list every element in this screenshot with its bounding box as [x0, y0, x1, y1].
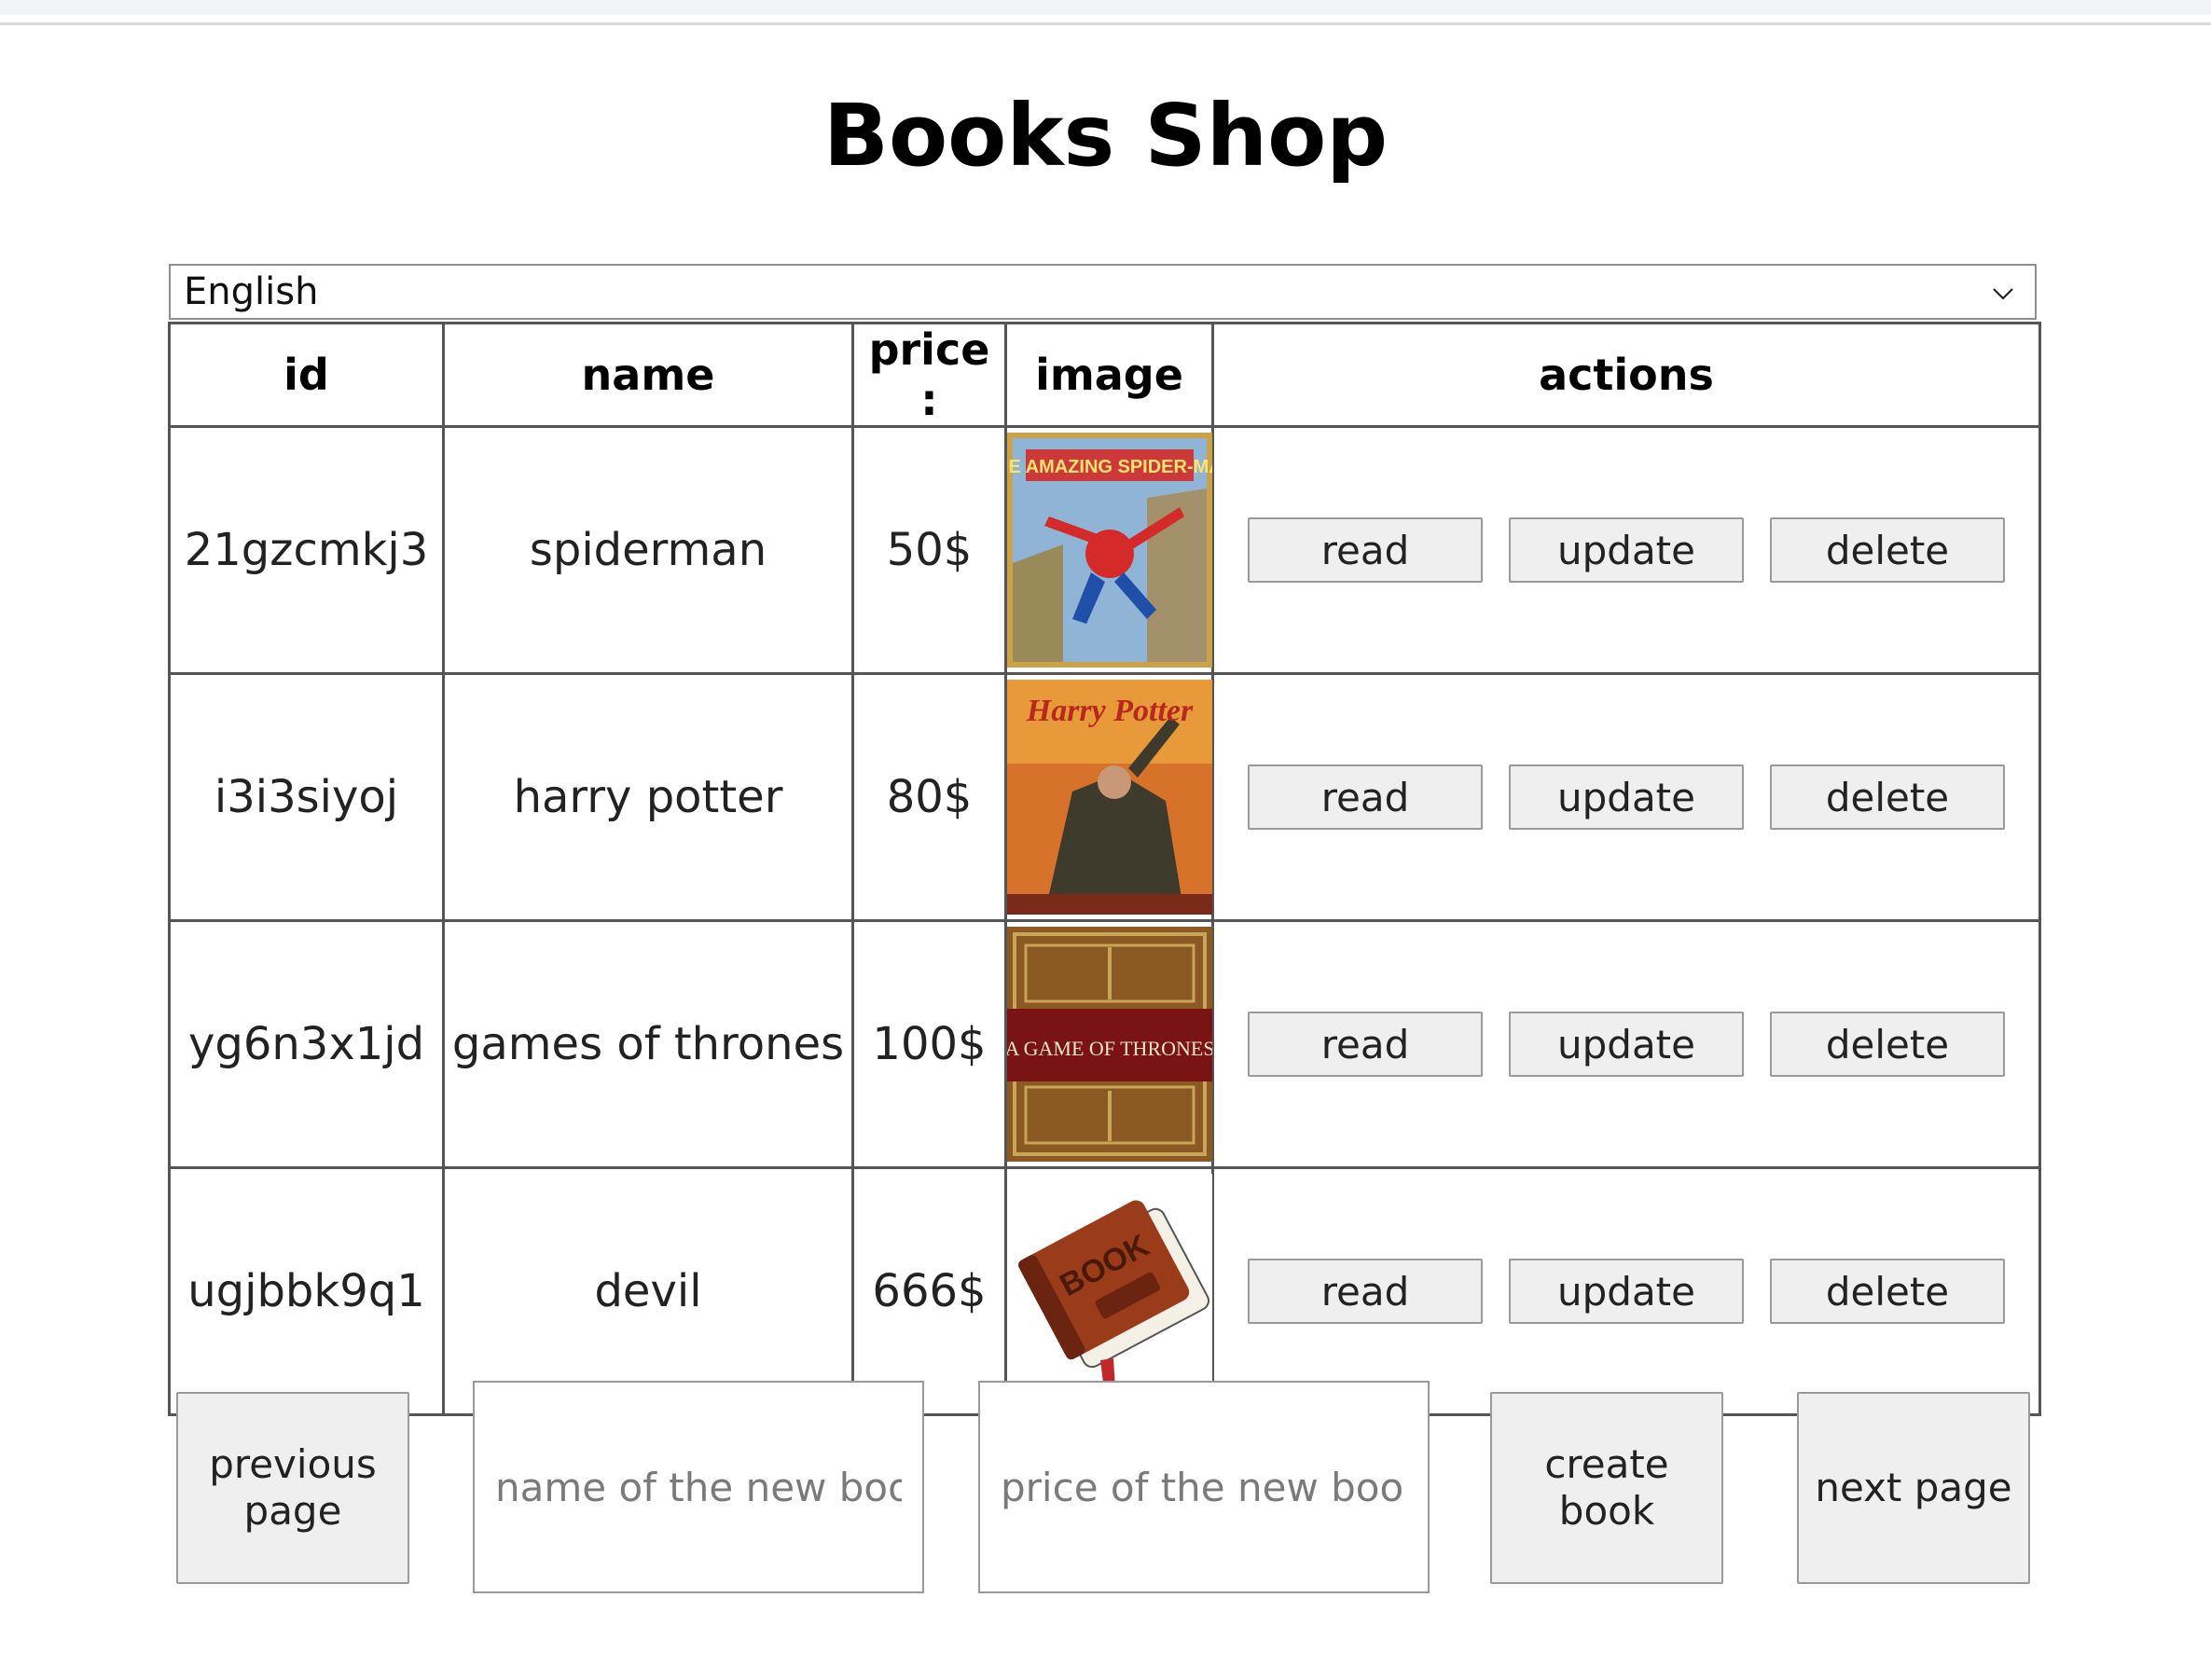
books-table: id name price : image actions 21gzcmkj3 …: [168, 322, 2041, 1416]
row-actions-cell: read update delete: [1211, 672, 2041, 922]
book-image-cell: BOOK: [1004, 1166, 1214, 1416]
book-icon: BOOK: [1007, 1174, 1212, 1409]
book-name: harry potter: [442, 672, 854, 922]
read-button[interactable]: read: [1248, 1012, 1483, 1077]
top-divider: [0, 22, 2211, 25]
row-actions-cell: read update delete: [1211, 425, 2041, 675]
delete-button[interactable]: delete: [1770, 764, 2005, 830]
game-of-thrones-cover-text: A GAME OF THRONES: [1007, 1037, 1212, 1060]
read-button[interactable]: read: [1248, 517, 1483, 583]
language-select[interactable]: English: [169, 264, 2037, 320]
game-of-thrones-cover-image: A GAME OF THRONES: [1007, 927, 1212, 1162]
delete-button[interactable]: delete: [1770, 517, 2005, 583]
spiderman-cover-image: THE AMAZING SPIDER-MAN: [1007, 433, 1212, 668]
page-title: Books Shop: [822, 86, 1389, 186]
update-button[interactable]: update: [1509, 1012, 1744, 1077]
column-header-id: id: [168, 322, 445, 428]
table-row: yg6n3x1jd games of thrones 100$ A GAME O…: [168, 919, 2041, 1169]
book-id: i3i3siyoj: [168, 672, 445, 922]
read-button[interactable]: read: [1248, 764, 1483, 830]
column-header-image: image: [1004, 322, 1214, 428]
table-row: ugjbbk9q1 devil 666$ BOOK read update de…: [168, 1166, 2041, 1416]
table-header-row: id name price : image actions: [168, 322, 2041, 428]
book-name: games of thrones: [442, 919, 854, 1169]
new-book-name-input[interactable]: [473, 1381, 924, 1593]
delete-button[interactable]: delete: [1770, 1012, 2005, 1077]
book-image-cell: THE AMAZING SPIDER-MAN: [1004, 425, 1214, 675]
row-actions-cell: read update delete: [1211, 1166, 2041, 1416]
chevron-down-icon: [1993, 288, 2013, 300]
table-row: i3i3siyoj harry potter 80$ Harry Potter …: [168, 672, 2041, 922]
table-row: 21gzcmkj3 spiderman 50$ THE AMAZING SPID…: [168, 425, 2041, 675]
spiderman-cover-text: THE AMAZING SPIDER-MAN: [1007, 457, 1212, 477]
book-price: 100$: [851, 919, 1007, 1169]
browser-top-bar: [0, 0, 2211, 15]
book-id: ugjbbk9q1: [168, 1166, 445, 1416]
column-header-actions: actions: [1211, 322, 2041, 428]
next-page-button[interactable]: next page: [1797, 1392, 2030, 1584]
row-actions-cell: read update delete: [1211, 919, 2041, 1169]
previous-page-button[interactable]: previous page: [176, 1392, 409, 1584]
book-image-cell: A GAME OF THRONES: [1004, 919, 1214, 1169]
book-image-cell: Harry Potter: [1004, 672, 1214, 922]
harry-potter-cover-image: Harry Potter: [1007, 680, 1212, 915]
harry-potter-cover-text: Harry Potter: [1026, 694, 1194, 728]
update-button[interactable]: update: [1509, 1259, 1744, 1324]
book-id: yg6n3x1jd: [168, 919, 445, 1169]
update-button[interactable]: update: [1509, 764, 1744, 830]
book-name: devil: [442, 1166, 854, 1416]
book-price: 80$: [851, 672, 1007, 922]
book-id: 21gzcmkj3: [168, 425, 445, 675]
update-button[interactable]: update: [1509, 517, 1744, 583]
book-price: 50$: [851, 425, 1007, 675]
book-price: 666$: [851, 1166, 1007, 1416]
language-select-value: English: [184, 270, 319, 313]
new-book-price-input[interactable]: [978, 1381, 1430, 1593]
read-button[interactable]: read: [1248, 1259, 1483, 1324]
create-book-button[interactable]: create book: [1490, 1392, 1723, 1584]
column-header-price: price :: [851, 322, 1007, 428]
delete-button[interactable]: delete: [1770, 1259, 2005, 1324]
book-name: spiderman: [442, 425, 854, 675]
column-header-name: name: [442, 322, 854, 428]
